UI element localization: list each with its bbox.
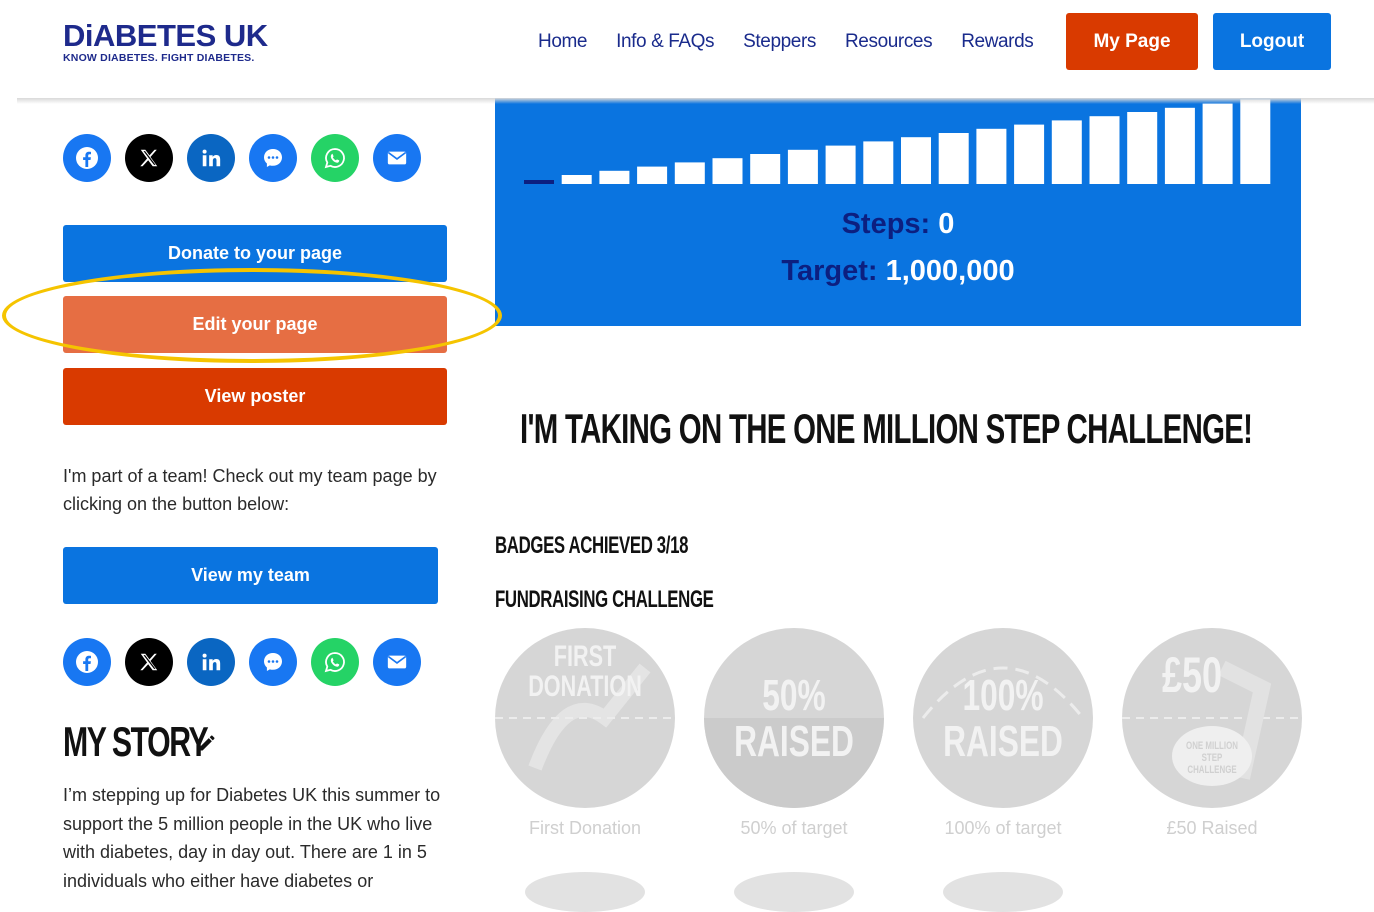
badge-first-donation[interactable]: FIRST DONATION bbox=[495, 628, 675, 808]
steps-count: Steps: 0 bbox=[495, 208, 1301, 241]
badge-50-pounds-line1: £50 bbox=[1161, 647, 1223, 703]
step-bar bbox=[561, 175, 592, 184]
my-story-text: I’m stepping up for Diabetes UK this sum… bbox=[63, 785, 441, 891]
nav-rewards[interactable]: Rewards bbox=[961, 31, 1034, 53]
badges-achieved-title: BADGES ACHIEVED 3/18 bbox=[495, 532, 689, 559]
facebook-icon[interactable] bbox=[63, 134, 111, 182]
step-bar bbox=[524, 180, 554, 184]
my-page-button[interactable]: My Page bbox=[1066, 13, 1198, 70]
step-bar bbox=[1014, 124, 1045, 184]
step-bar bbox=[1051, 120, 1082, 184]
fundraising-challenge-title: FUNDRAISING CHALLENGE bbox=[495, 586, 714, 613]
team-description: I'm part of a team! Check out my team pa… bbox=[63, 466, 437, 514]
nav-home[interactable]: Home bbox=[538, 31, 587, 53]
step-bar bbox=[599, 170, 630, 184]
steps-value: 0 bbox=[938, 208, 955, 240]
logo-wordmark: DiABETES UK bbox=[63, 18, 268, 53]
target-value: 1,000,000 bbox=[885, 255, 1015, 287]
badge-next-row bbox=[734, 872, 854, 912]
step-bar bbox=[863, 141, 894, 184]
steps-label: Steps: bbox=[841, 208, 931, 240]
challenge-title: I'M TAKING ON THE ONE MILLION STEP CHALL… bbox=[520, 405, 1253, 452]
step-bar bbox=[674, 162, 705, 184]
badge-next-row bbox=[943, 872, 1063, 912]
step-bar bbox=[750, 154, 781, 184]
view-poster-button[interactable]: View poster bbox=[63, 368, 447, 425]
badge-caption-50: 50% of target bbox=[740, 818, 848, 838]
step-bar bbox=[1240, 99, 1271, 184]
steps-target: Target: 1,000,000 bbox=[495, 255, 1301, 288]
site-header: DiABETES UK KNOW DIABETES. FIGHT DIABETE… bbox=[0, 0, 1374, 98]
donate-button[interactable]: Donate to your page bbox=[63, 225, 447, 282]
edit-page-button[interactable]: Edit your page bbox=[63, 296, 447, 353]
badge-50-raised[interactable]: 50% RAISED bbox=[704, 628, 884, 808]
share-row-bottom bbox=[63, 638, 435, 686]
step-bar bbox=[637, 166, 668, 184]
main-nav: Home Info & FAQs Steppers Resources Rewa… bbox=[538, 31, 1062, 53]
badge-50-pounds-raised[interactable]: £50 ONE MILLION STEP CHALLENGE bbox=[1122, 628, 1302, 808]
badge-100-raised[interactable]: 100% RAISED bbox=[913, 628, 1093, 808]
email-icon[interactable] bbox=[373, 134, 421, 182]
badge-first-donation-line1: FIRST bbox=[553, 640, 617, 673]
step-bar bbox=[938, 133, 969, 184]
whatsapp-icon[interactable] bbox=[311, 134, 359, 182]
badge-100-line1: 100% bbox=[962, 671, 1044, 720]
badge-caption-first-donation: First Donation bbox=[528, 818, 642, 838]
badge-caption-100: 100% of target bbox=[944, 818, 1062, 838]
view-team-button[interactable]: View my team bbox=[63, 547, 438, 604]
badge-next-row bbox=[525, 872, 645, 912]
logout-button[interactable]: Logout bbox=[1213, 13, 1331, 70]
messenger-icon[interactable] bbox=[249, 638, 297, 686]
step-bar bbox=[976, 128, 1007, 184]
messenger-icon[interactable] bbox=[249, 134, 297, 182]
step-progress-panel: Steps: 0 Target: 1,000,000 bbox=[495, 98, 1301, 326]
step-bar bbox=[1089, 116, 1120, 184]
badge-first-donation-line2: DONATION bbox=[528, 670, 642, 703]
facebook-icon[interactable] bbox=[63, 638, 111, 686]
badge-50-line1: 50% bbox=[762, 671, 826, 720]
step-bar bbox=[1164, 107, 1195, 184]
badge-50-pounds-logo: ONE MILLION STEP CHALLENGE bbox=[1186, 740, 1238, 776]
badge-100-line2: RAISED bbox=[943, 717, 1063, 766]
step-progress-bars bbox=[524, 99, 1271, 184]
badge-50-line2: RAISED bbox=[734, 717, 854, 766]
linkedin-icon[interactable] bbox=[187, 638, 235, 686]
diabetes-uk-logo[interactable]: DiABETES UK KNOW DIABETES. FIGHT DIABETE… bbox=[63, 20, 268, 64]
step-bar bbox=[825, 145, 856, 184]
x-icon[interactable] bbox=[125, 134, 173, 182]
whatsapp-icon[interactable] bbox=[311, 638, 359, 686]
target-label: Target: bbox=[781, 255, 878, 287]
badge-caption-50-pounds: £50 Raised bbox=[1166, 818, 1258, 838]
x-icon[interactable] bbox=[125, 638, 173, 686]
logo-tagline: KNOW DIABETES. FIGHT DIABETES. bbox=[63, 52, 255, 64]
nav-info-faqs[interactable]: Info & FAQs bbox=[616, 31, 714, 53]
step-bar bbox=[1202, 103, 1233, 184]
email-icon[interactable] bbox=[373, 638, 421, 686]
share-row-top bbox=[63, 134, 435, 182]
step-bar bbox=[712, 158, 743, 184]
nav-resources[interactable]: Resources bbox=[845, 31, 933, 53]
step-bar bbox=[901, 137, 931, 184]
pencil-icon[interactable] bbox=[197, 733, 217, 758]
header-shadow bbox=[17, 98, 1374, 104]
step-bar bbox=[1127, 112, 1158, 184]
step-bar bbox=[787, 149, 818, 184]
my-story-title: MY STORY bbox=[63, 718, 209, 765]
nav-steppers[interactable]: Steppers bbox=[743, 31, 816, 53]
linkedin-icon[interactable] bbox=[187, 134, 235, 182]
